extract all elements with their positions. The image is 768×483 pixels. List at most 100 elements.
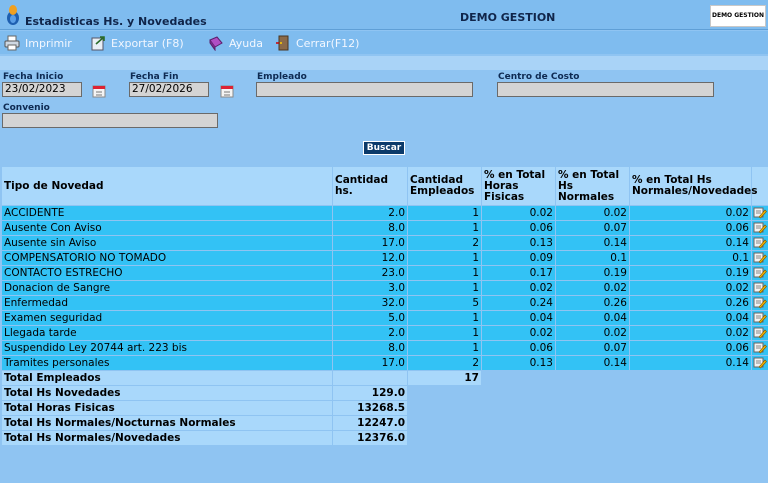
table-row[interactable]: COMPENSATORIO NO TOMADO 12.0 1 0.09 0.1 0.1 bbox=[2, 251, 768, 265]
cell-pct-normnov: 0.02 bbox=[630, 281, 751, 295]
cell-pct-normales: 0.1 bbox=[556, 251, 629, 265]
cell-pct-fisicas: 0.09 bbox=[482, 251, 555, 265]
row-edit-cell[interactable] bbox=[752, 251, 768, 265]
brand-logo: DEMO GESTION bbox=[710, 5, 766, 27]
edit-note-icon[interactable] bbox=[753, 327, 767, 339]
table-row[interactable]: Ausente Con Aviso 8.0 1 0.06 0.07 0.06 bbox=[2, 221, 768, 235]
edit-note-icon[interactable] bbox=[753, 297, 767, 309]
cell-pct-fisicas: 0.06 bbox=[482, 221, 555, 235]
col-header-cantidad-hs[interactable]: Cantidad hs. bbox=[333, 167, 407, 205]
empleado-label: Empleado bbox=[257, 72, 307, 82]
row-edit-cell[interactable] bbox=[752, 206, 768, 220]
edit-note-icon[interactable] bbox=[753, 252, 767, 264]
table-row[interactable]: Donacion de Sangre 3.0 1 0.02 0.02 0.02 bbox=[2, 281, 768, 295]
exit-door-icon bbox=[276, 35, 289, 51]
export-button[interactable]: Exportar (F8) bbox=[90, 34, 184, 52]
total-empleados-row: Total Empleados 17 bbox=[2, 371, 768, 385]
cell-pct-normnov: 0.02 bbox=[630, 206, 751, 220]
row-edit-cell[interactable] bbox=[752, 236, 768, 250]
edit-note-icon[interactable] bbox=[753, 312, 767, 324]
cell-tipo: Ausente sin Aviso bbox=[2, 236, 332, 250]
table-row[interactable]: CONTACTO ESTRECHO 23.0 1 0.17 0.19 0.19 bbox=[2, 266, 768, 280]
cell-cantidad-empleados: 2 bbox=[408, 356, 481, 370]
help-button[interactable]: Ayuda bbox=[208, 34, 263, 52]
cell-cantidad-empleados: 2 bbox=[408, 236, 481, 250]
cell-pct-fisicas: 0.02 bbox=[482, 326, 555, 340]
cell-pct-normnov: 0.04 bbox=[630, 311, 751, 325]
convenio-input[interactable] bbox=[2, 113, 218, 128]
table-row[interactable]: Examen seguridad 5.0 1 0.04 0.04 0.04 bbox=[2, 311, 768, 325]
close-button[interactable]: Cerrar(F12) bbox=[275, 34, 359, 52]
edit-note-icon[interactable] bbox=[753, 282, 767, 294]
cell-tipo: Donacion de Sangre bbox=[2, 281, 332, 295]
edit-note-icon[interactable] bbox=[753, 237, 767, 249]
cell-pct-normales: 0.02 bbox=[556, 206, 629, 220]
fecha-inicio-label: Fecha Inicio bbox=[3, 72, 64, 82]
cell-cantidad-empleados: 1 bbox=[408, 266, 481, 280]
col-header-pct-normnov[interactable]: % en Total Hs Normales/Novedades bbox=[630, 167, 757, 205]
table-row[interactable]: Suspendido Ley 20744 art. 223 bis 8.0 1 0.0… bbox=[2, 341, 768, 355]
total-normales-value: 12247.0 bbox=[333, 416, 407, 430]
cell-pct-fisicas: 0.24 bbox=[482, 296, 555, 310]
col-header-pct-normales[interactable]: % en Total Hs Normales bbox=[556, 167, 629, 205]
cell-pct-normales: 0.02 bbox=[556, 326, 629, 340]
cell-tipo: Examen seguridad bbox=[2, 311, 332, 325]
cell-pct-normales: 0.26 bbox=[556, 296, 629, 310]
cell-pct-normnov: 0.14 bbox=[630, 356, 751, 370]
cell-tipo: Enfermedad bbox=[2, 296, 332, 310]
total-normnov-value: 12376.0 bbox=[333, 431, 407, 445]
print-button[interactable]: Imprimir bbox=[4, 34, 72, 52]
total-normales-label: Total Hs Normales/Nocturnas Normales bbox=[2, 416, 332, 430]
export-icon bbox=[91, 36, 105, 51]
edit-note-icon[interactable] bbox=[753, 342, 767, 354]
toolbar: Imprimir Exportar (F8) Ayuda Cerrar(F12) bbox=[0, 31, 768, 54]
table-header-row: Tipo de Novedad Cantidad hs. Cantidad Em… bbox=[2, 167, 768, 205]
col-header-tipo[interactable]: Tipo de Novedad bbox=[2, 167, 332, 205]
edit-note-icon[interactable] bbox=[753, 207, 767, 219]
row-edit-cell[interactable] bbox=[752, 221, 768, 235]
cell-pct-normnov: 0.06 bbox=[630, 341, 751, 355]
total-normnov-row: Total Hs Normales/Novedades 12376.0 bbox=[2, 431, 768, 445]
row-edit-cell[interactable] bbox=[752, 341, 768, 355]
cell-tipo: Suspendido Ley 20744 art. 223 bis bbox=[2, 341, 332, 355]
row-edit-cell[interactable] bbox=[752, 281, 768, 295]
row-edit-cell[interactable] bbox=[752, 326, 768, 340]
buscar-button[interactable]: Buscar bbox=[363, 141, 405, 155]
edit-note-icon[interactable] bbox=[753, 357, 767, 369]
cell-pct-normnov: 0.26 bbox=[630, 296, 751, 310]
cell-cantidad-empleados: 1 bbox=[408, 281, 481, 295]
cell-pct-normales: 0.14 bbox=[556, 356, 629, 370]
fecha-inicio-input[interactable]: 23/02/2023 bbox=[2, 82, 82, 97]
table-row[interactable]: Tramites personales 17.0 2 0.13 0.14 0.14 bbox=[2, 356, 768, 370]
total-normales-row: Total Hs Normales/Nocturnas Normales 122… bbox=[2, 416, 768, 430]
total-fisicas-value: 13268.5 bbox=[333, 401, 407, 415]
row-edit-cell[interactable] bbox=[752, 356, 768, 370]
cell-pct-fisicas: 0.04 bbox=[482, 311, 555, 325]
calendar-icon[interactable] bbox=[219, 83, 235, 99]
cell-pct-normnov: 0.02 bbox=[630, 326, 751, 340]
row-edit-cell[interactable] bbox=[752, 296, 768, 310]
cell-cantidad-empleados: 5 bbox=[408, 296, 481, 310]
cell-pct-fisicas: 0.17 bbox=[482, 266, 555, 280]
fecha-fin-input[interactable]: 27/02/2026 bbox=[129, 82, 209, 97]
total-novedades-label: Total Hs Novedades bbox=[2, 386, 332, 400]
table-row[interactable]: ACCIDENTE 2.0 1 0.02 0.02 0.02 bbox=[2, 206, 768, 220]
edit-note-icon[interactable] bbox=[753, 267, 767, 279]
col-header-pct-fisicas[interactable]: % en Total Horas Fisicas bbox=[482, 167, 555, 205]
col-header-cantidad-empleados[interactable]: Cantidad Empleados bbox=[408, 167, 481, 205]
row-edit-cell[interactable] bbox=[752, 311, 768, 325]
cell-pct-fisicas: 0.02 bbox=[482, 281, 555, 295]
cell-tipo: Llegada tarde bbox=[2, 326, 332, 340]
row-edit-cell[interactable] bbox=[752, 266, 768, 280]
table-row[interactable]: Ausente sin Aviso 17.0 2 0.13 0.14 0.14 bbox=[2, 236, 768, 250]
help-book-icon bbox=[209, 36, 223, 51]
calendar-icon[interactable] bbox=[91, 83, 107, 99]
cell-pct-fisicas: 0.02 bbox=[482, 206, 555, 220]
empleado-input[interactable] bbox=[256, 82, 473, 97]
centro-costo-input[interactable] bbox=[497, 82, 714, 97]
table-row[interactable]: Enfermedad 32.0 5 0.24 0.26 0.26 bbox=[2, 296, 768, 310]
cell-pct-normales: 0.07 bbox=[556, 221, 629, 235]
table-row[interactable]: Llegada tarde 2.0 1 0.02 0.02 0.02 bbox=[2, 326, 768, 340]
cell-cantidad-empleados: 1 bbox=[408, 311, 481, 325]
edit-note-icon[interactable] bbox=[753, 222, 767, 234]
